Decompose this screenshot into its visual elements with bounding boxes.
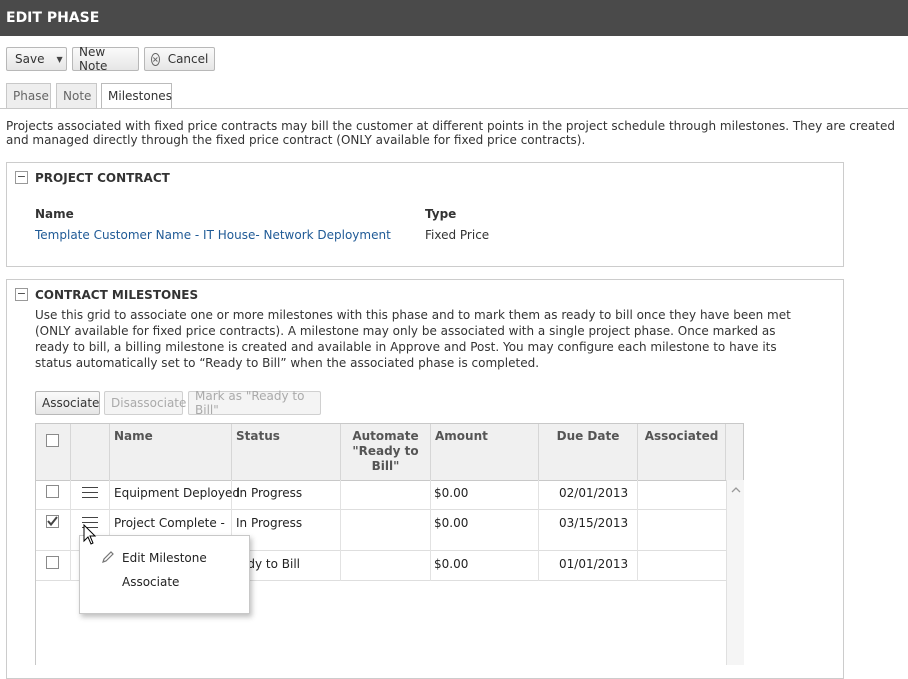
column-divider xyxy=(538,480,539,581)
row-status: In Progress xyxy=(236,486,303,500)
contract-milestones-title: CONTRACT MILESTONES xyxy=(35,288,199,302)
tab-phase[interactable]: Phase xyxy=(6,83,51,108)
select-all-cell xyxy=(36,424,71,480)
column-divider xyxy=(70,480,71,581)
chevron-up-icon[interactable] xyxy=(731,486,741,494)
column-divider xyxy=(430,480,431,581)
pencil-icon xyxy=(102,551,114,563)
status-column-header[interactable]: Status xyxy=(232,424,341,480)
associate-label: Associate xyxy=(42,396,100,410)
row-amount: $0.00 xyxy=(434,486,469,500)
column-divider xyxy=(340,480,341,581)
contract-name-label: Name xyxy=(35,207,74,221)
milestones-description: Use this grid to associate one or more m… xyxy=(35,308,791,370)
disassociate-label: Disassociate xyxy=(111,396,187,410)
row-checkbox[interactable] xyxy=(46,515,59,528)
disassociate-button[interactable]: Disassociate xyxy=(104,391,187,415)
cancel-icon: × xyxy=(151,52,160,66)
amount-column-header[interactable]: Amount xyxy=(431,424,539,480)
row-checkbox[interactable] xyxy=(46,556,59,569)
tab-note[interactable]: Note xyxy=(56,83,97,108)
actions-column-header xyxy=(71,424,110,480)
tab-phase-label: Phase xyxy=(13,89,49,103)
row-name: Project Complete - xyxy=(114,516,225,530)
row-amount: $0.00 xyxy=(434,516,469,530)
row-status: In Progress xyxy=(236,516,303,530)
row-checkbox[interactable] xyxy=(46,485,59,498)
save-button[interactable]: Save ▼ xyxy=(6,47,67,71)
list-menu-icon[interactable] xyxy=(82,486,98,500)
contract-type-label: Type xyxy=(425,207,457,221)
cancel-label: Cancel xyxy=(167,52,209,66)
tab-divider xyxy=(0,108,908,109)
tab-note-label: Note xyxy=(63,89,92,103)
row-name: Equipment Deployed xyxy=(114,486,240,500)
check-icon xyxy=(47,516,58,527)
row-amount: $0.00 xyxy=(434,557,469,571)
associate-button[interactable]: Associate xyxy=(35,391,100,415)
row-due-date: 03/15/2013 xyxy=(559,516,629,530)
automate-column-header[interactable]: Automate "Ready to Bill" xyxy=(341,424,431,480)
select-all-checkbox[interactable] xyxy=(46,434,59,447)
cancel-button[interactable]: × Cancel xyxy=(144,47,215,71)
collapse-icon[interactable]: − xyxy=(15,171,28,184)
mark-ready-button[interactable]: Mark as "Ready to Bill" xyxy=(188,389,321,417)
row-due-date: 02/01/2013 xyxy=(559,486,629,500)
tab-milestones[interactable]: Milestones xyxy=(101,83,172,109)
due-date-column-header[interactable]: Due Date xyxy=(539,424,638,480)
grid-header: Name Status Automate "Ready to Bill" Amo… xyxy=(36,424,743,481)
mark-ready-label: Mark as "Ready to Bill" xyxy=(195,389,305,417)
project-contract-title: PROJECT CONTRACT xyxy=(35,171,170,185)
chevron-down-icon[interactable]: ▼ xyxy=(56,55,62,64)
associated-column-header[interactable]: Associated xyxy=(638,424,726,480)
contract-name-link[interactable]: Template Customer Name - IT House- Netwo… xyxy=(35,228,391,242)
associate-menu-item[interactable]: Associate xyxy=(122,575,179,589)
context-menu: Edit Milestone Associate xyxy=(79,535,250,614)
cursor-icon xyxy=(83,524,97,545)
window-title: EDIT PHASE xyxy=(6,10,100,26)
project-contract-panel: − PROJECT CONTRACT Name Template Custome… xyxy=(6,162,844,267)
intro-text: Projects associated with fixed price con… xyxy=(6,119,895,147)
column-divider xyxy=(637,480,638,581)
name-column-header[interactable]: Name xyxy=(110,424,232,480)
row-due-date: 01/01/2013 xyxy=(559,557,629,571)
title-bar: EDIT PHASE xyxy=(0,0,908,36)
collapse-icon[interactable]: − xyxy=(15,288,28,301)
grid-scrollbar[interactable] xyxy=(726,480,744,665)
new-note-label: New Note xyxy=(79,45,108,73)
contract-type-value: Fixed Price xyxy=(425,228,490,242)
new-note-button[interactable]: New Note xyxy=(72,45,139,73)
tab-milestones-label: Milestones xyxy=(108,89,172,103)
save-label: Save xyxy=(15,52,45,66)
edit-milestone-menu-item[interactable]: Edit Milestone xyxy=(122,551,207,565)
